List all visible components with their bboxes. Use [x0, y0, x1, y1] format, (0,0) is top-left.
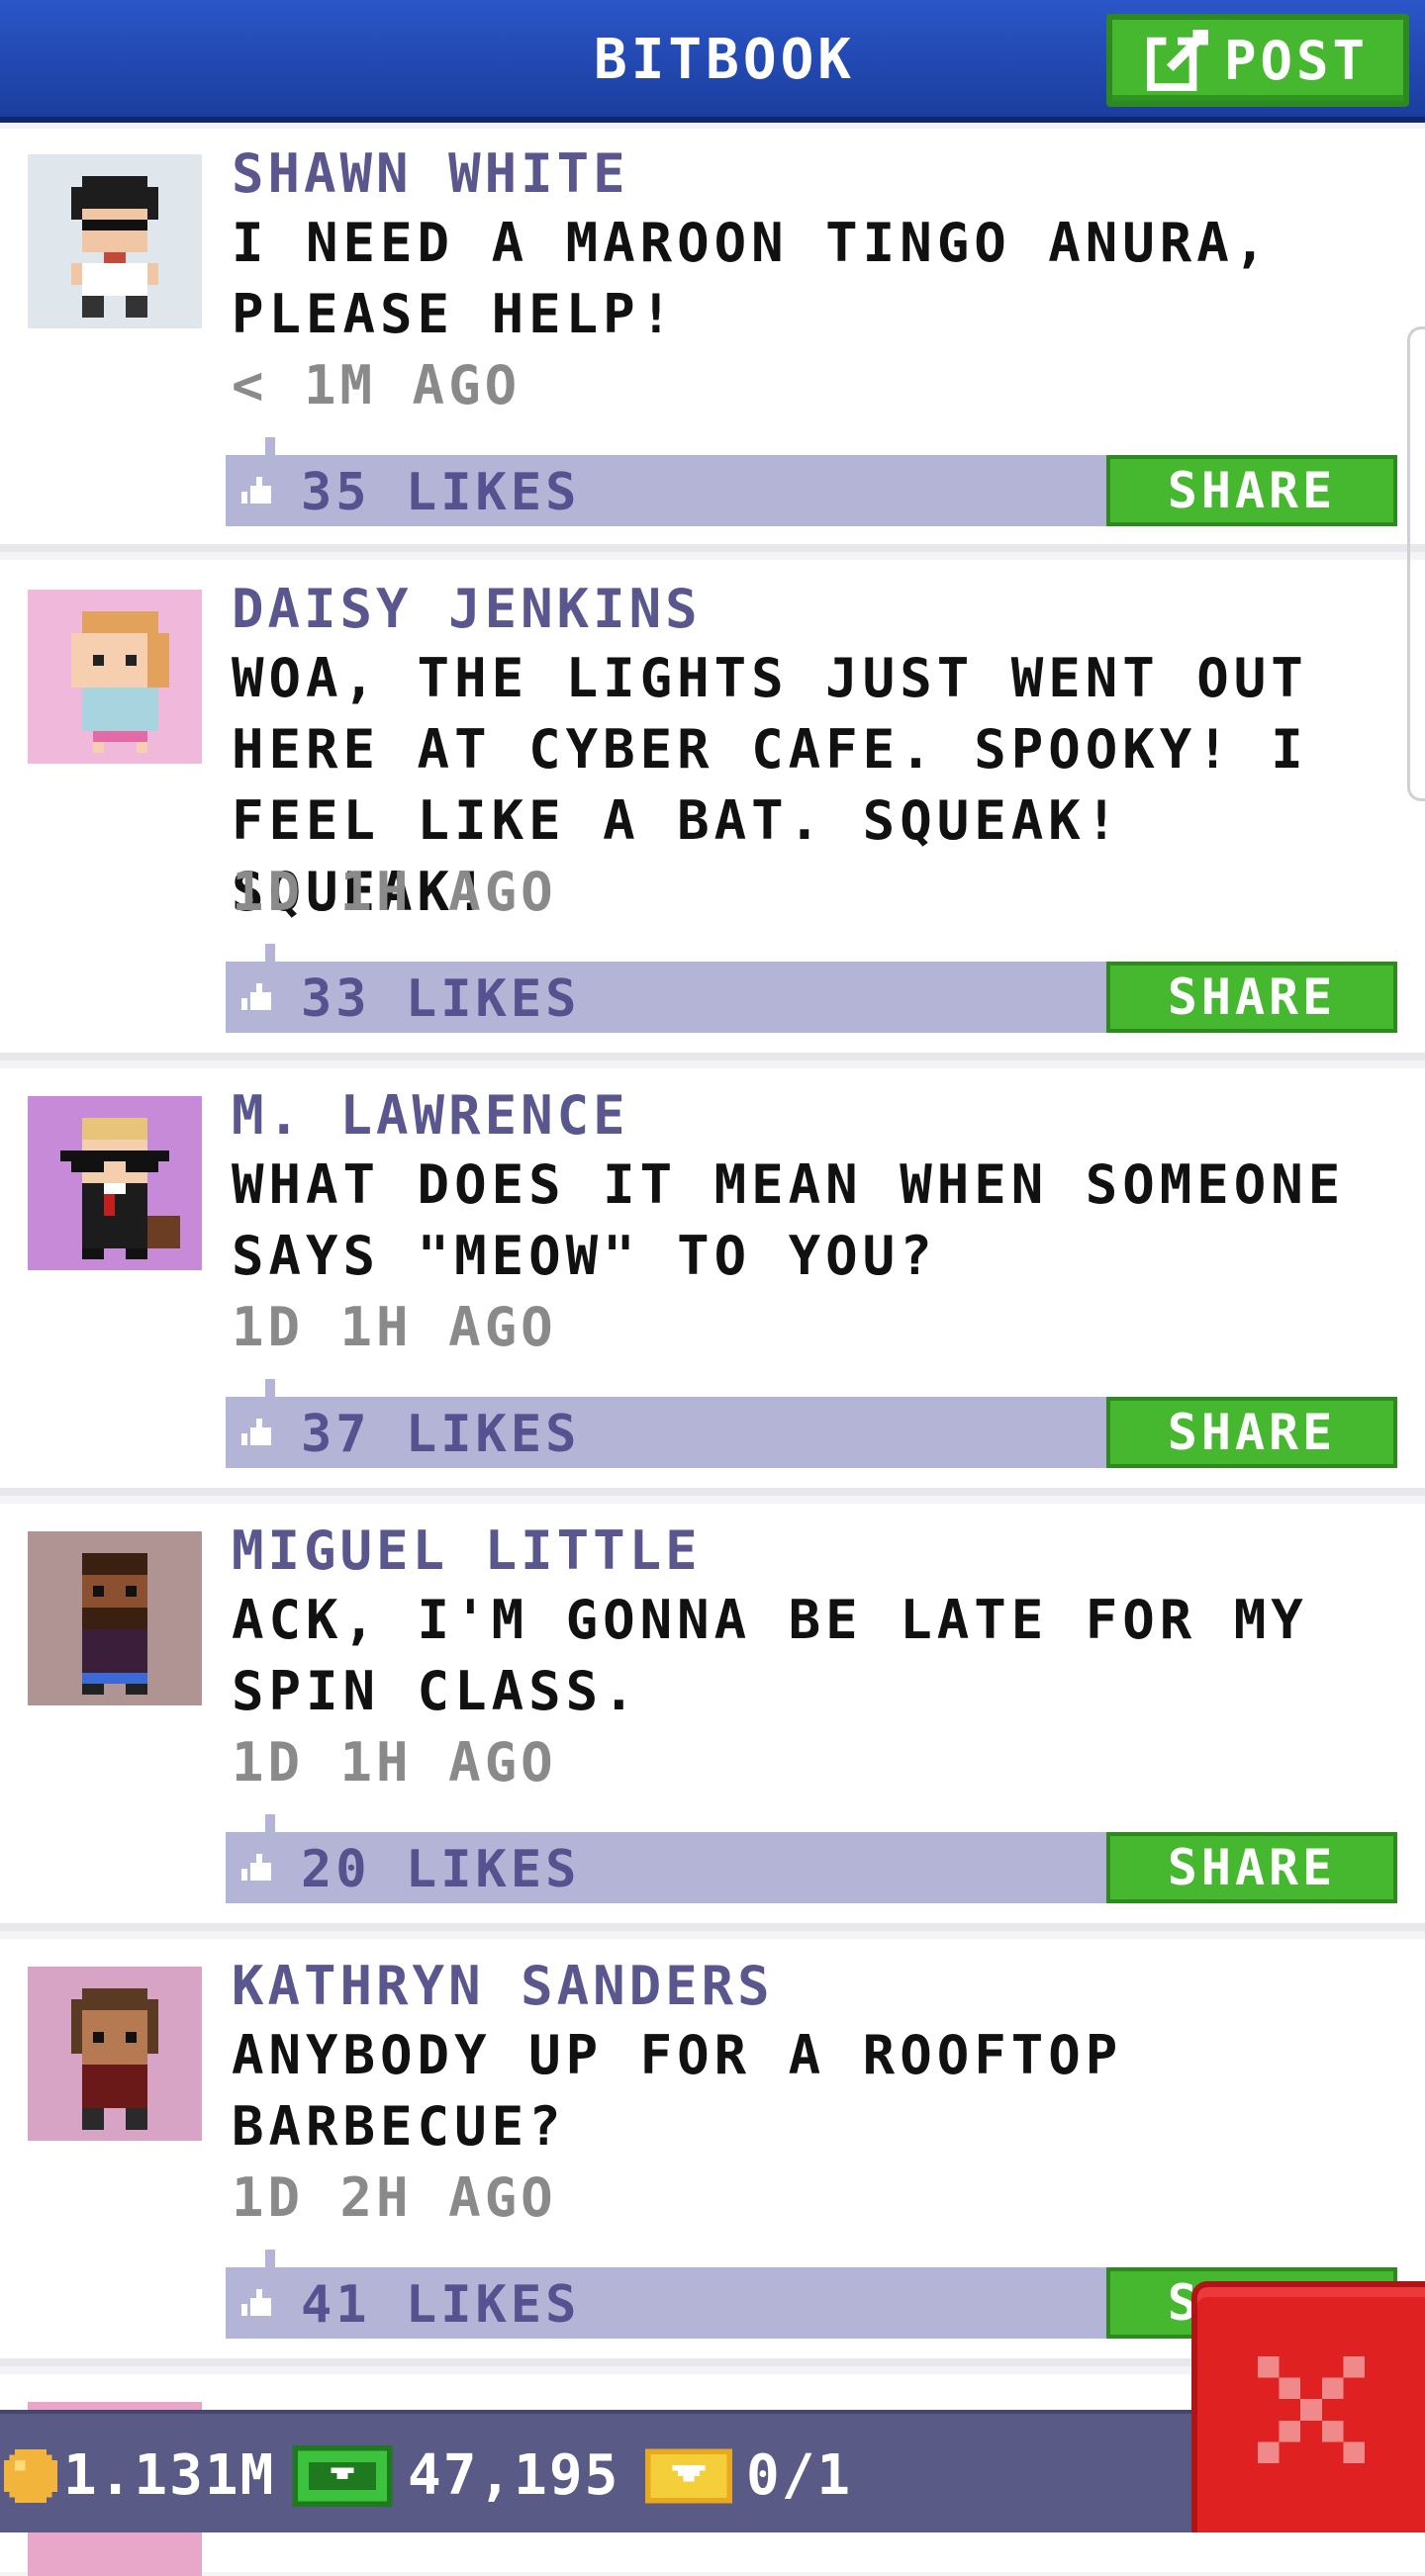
post-author[interactable]: MIGUEL LITTLE — [232, 1519, 702, 1582]
bux-counter[interactable]: 47,195 — [291, 2443, 619, 2508]
coins-value: 1.131M — [63, 2443, 276, 2508]
like-bar-notch — [265, 944, 275, 962]
post-message: WHAT DOES IT MEAN WHEN SOMEONE SAYS "MEO… — [232, 1153, 1346, 1287]
post-author[interactable]: M. LAWRENCE — [232, 1084, 629, 1147]
like-bar: 20 LIKES SHARE — [226, 1814, 1397, 1903]
post-timestamp: 1D 1H AGO — [232, 1731, 557, 1794]
post-button[interactable]: POST — [1106, 14, 1409, 107]
page-title: BITBOOK — [594, 28, 856, 92]
coin-icon — [4, 2448, 57, 2503]
list-item: DAISY JENKINS WOA, THE LIGHTS JUST WENT … — [0, 560, 1425, 1060]
share-button[interactable]: SHARE — [1106, 455, 1397, 526]
post-message: I NEED A MAROON TINGO ANURA, PLEASE HELP… — [232, 212, 1272, 345]
thumbs-up-icon[interactable] — [241, 2289, 277, 2319]
like-bar-notch — [265, 2250, 275, 2267]
ticket-icon — [645, 2448, 732, 2503]
likes-count: 37 LIKES — [301, 1405, 581, 1464]
share-button[interactable]: SHARE — [1106, 1397, 1397, 1468]
coins-counter[interactable]: 1.131M — [4, 2443, 275, 2508]
bux-value: 47,195 — [408, 2443, 620, 2508]
tickets-value: 0/1 — [746, 2443, 853, 2508]
share-button[interactable]: SHARE — [1106, 962, 1397, 1033]
like-bar-notch — [265, 1814, 275, 1832]
post-author[interactable]: SHAWN WHITE — [232, 142, 629, 205]
post-label: POST — [1223, 29, 1370, 92]
post-author[interactable]: KATHRYN SANDERS — [232, 1955, 774, 2017]
bux-icon — [292, 2444, 393, 2507]
avatar[interactable] — [28, 154, 202, 328]
thumbs-up-icon[interactable] — [241, 1854, 277, 1884]
post-timestamp: 1D 1H AGO — [232, 1296, 557, 1358]
post-timestamp: 1D 2H AGO — [232, 2166, 557, 2229]
avatar-m-lawrence — [28, 1096, 202, 1270]
list-item: SHAWN WHITE I NEED A MAROON TINGO ANURA,… — [0, 129, 1425, 552]
avatar[interactable] — [28, 590, 202, 764]
post-timestamp: 1D 1H AGO — [232, 861, 557, 923]
like-bar: 33 LIKES SHARE — [226, 944, 1397, 1033]
likes-count: 41 LIKES — [301, 2275, 581, 2335]
list-item: MIGUEL LITTLE ACK, I'M GONNA BE LATE FOR… — [0, 1504, 1425, 1931]
list-item: M. LAWRENCE WHAT DOES IT MEAN WHEN SOMEO… — [0, 1068, 1425, 1496]
close-button[interactable] — [1191, 2281, 1425, 2532]
post-message: ACK, I'M GONNA BE LATE FOR MY SPIN CLASS… — [232, 1589, 1308, 1722]
avatar[interactable] — [28, 1531, 202, 1705]
avatar-miguel-little — [28, 1531, 202, 1705]
likes-count: 33 LIKES — [301, 969, 581, 1029]
post-timestamp: < 1M AGO — [232, 354, 522, 416]
avatar-daisy-jenkins — [28, 590, 202, 764]
like-bar: 35 LIKES SHARE — [226, 437, 1397, 526]
avatar-shawn-white — [28, 154, 202, 328]
avatar[interactable] — [28, 1967, 202, 2141]
thumbs-up-icon[interactable] — [241, 1419, 277, 1448]
post-message: ANYBODY UP FOR A ROOFTOP BARBECUE? — [232, 2024, 1123, 2158]
post-author[interactable]: DAISY JENKINS — [232, 578, 702, 640]
likes-count: 20 LIKES — [301, 1840, 581, 1899]
avatar-kathryn-sanders — [28, 1967, 202, 2141]
thumbs-up-icon[interactable] — [241, 477, 277, 506]
tickets-counter[interactable]: 0/1 — [645, 2443, 852, 2508]
scrollbar[interactable] — [1407, 326, 1425, 801]
avatar[interactable] — [28, 1096, 202, 1270]
edit-icon — [1146, 30, 1208, 91]
likes-count: 35 LIKES — [301, 463, 581, 522]
app-header: BITBOOK POST — [0, 0, 1425, 123]
thumbs-up-icon[interactable] — [241, 983, 277, 1013]
like-bar-notch — [265, 1379, 275, 1397]
like-bar-notch — [265, 437, 275, 455]
close-icon — [1257, 2355, 1366, 2464]
share-button[interactable]: SHARE — [1106, 1832, 1397, 1903]
like-bar: 37 LIKES SHARE — [226, 1379, 1397, 1468]
